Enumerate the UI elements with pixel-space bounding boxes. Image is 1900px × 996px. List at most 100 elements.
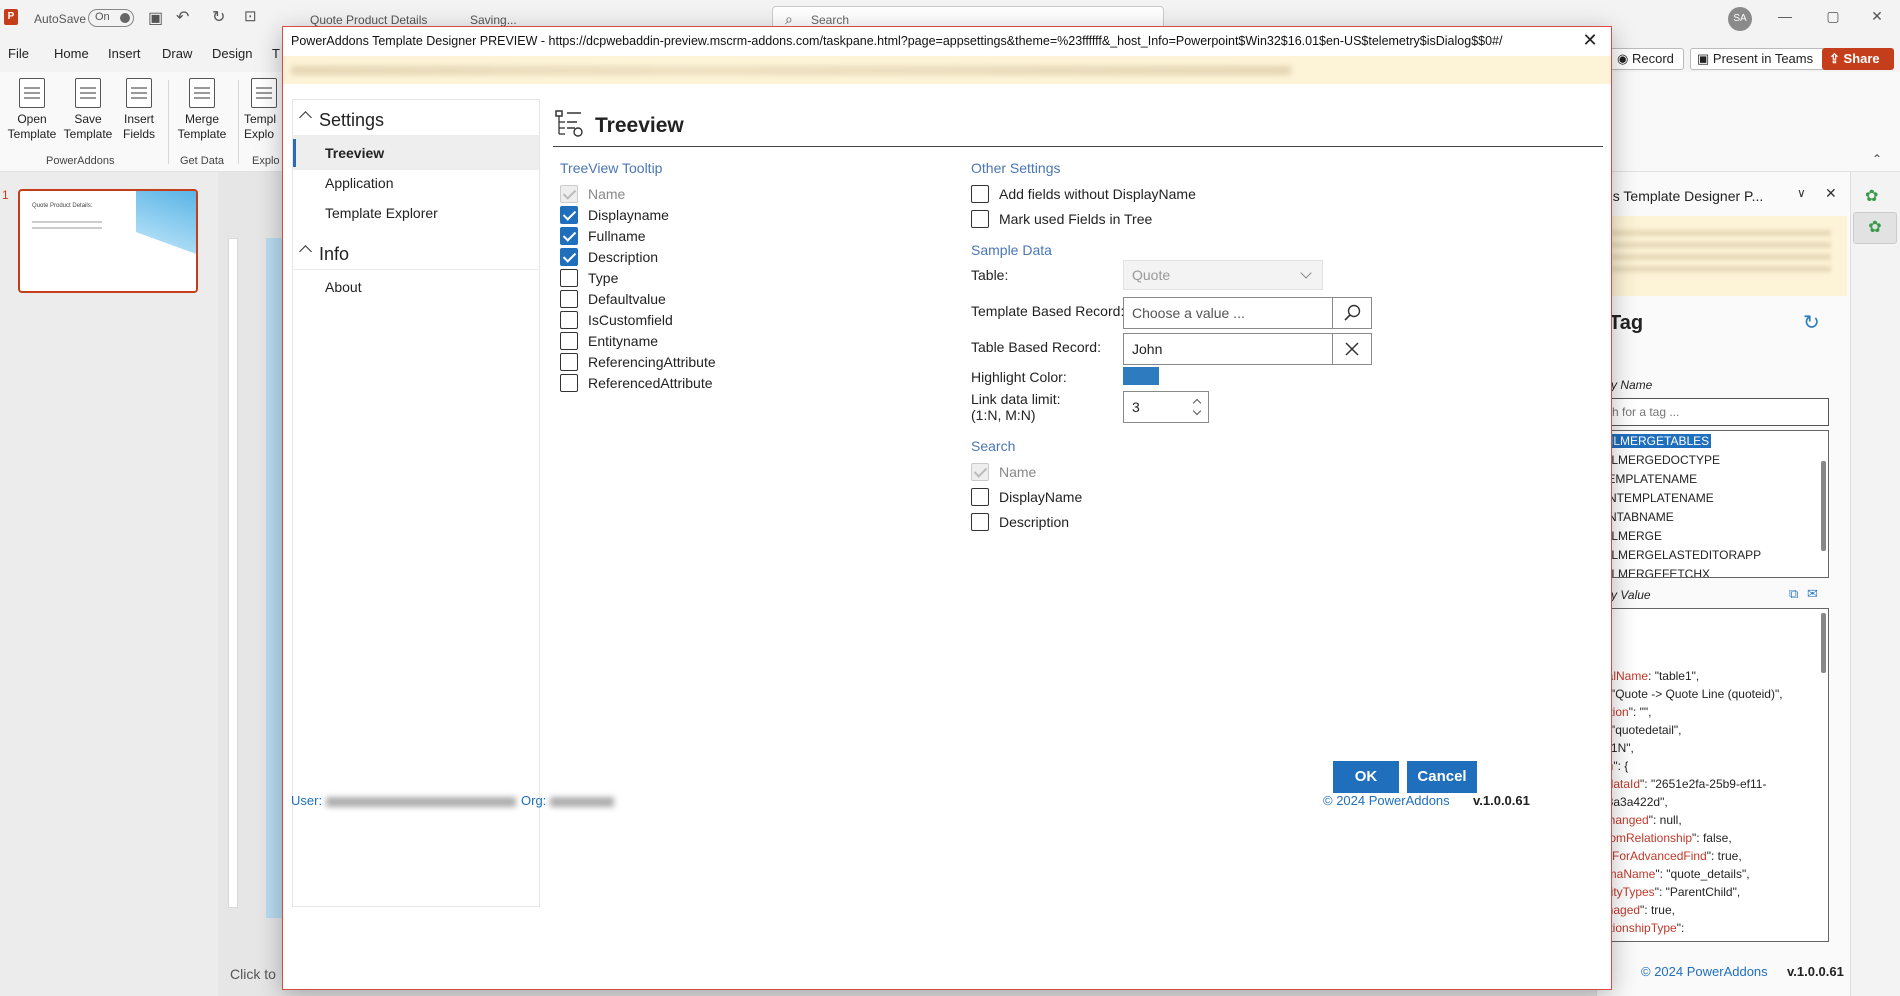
property-value-scrollbar[interactable] [1821,613,1826,673]
checkbox[interactable] [971,488,989,506]
template-explorer-label: Templ Explo [244,112,277,141]
tag-item[interactable]: AILMERGEFETCHX [1600,567,1710,577]
other-settings-title: Other Settings [971,160,1061,176]
nav-info-label: Info [319,244,350,264]
chevron-down-icon[interactable] [1192,406,1202,416]
nav-item-about[interactable]: About [293,270,539,304]
window-close-icon[interactable]: ✕ [1862,8,1892,30]
record-label: Record [1631,51,1674,66]
collapse-ribbon-icon[interactable]: ⌃ [1872,152,1882,166]
nav-item-treeview[interactable]: Treeview [293,136,539,170]
minimize-icon[interactable]: — [1770,8,1800,30]
merge-template-button[interactable]: Merge Template [174,78,230,142]
json-line: urityTypes": "ParentChild", [1600,885,1741,899]
slide-number: 1 [2,188,9,202]
option-label: Description [588,249,659,265]
taskpane-close-icon[interactable]: ✕ [1825,185,1837,202]
checkbox[interactable] [560,332,578,350]
chevron-up-icon [299,245,312,258]
tag-list-scrollbar[interactable] [1821,461,1826,551]
highlight-color-swatch[interactable] [1123,367,1159,385]
dialog-close-button[interactable]: ✕ [1577,30,1603,54]
addin-active-icon[interactable]: ✿ [1853,212,1897,244]
checkbox[interactable] [560,353,578,371]
checkbox[interactable] [560,206,578,224]
undo-icon[interactable]: ↶ [176,7,189,27]
treeview-icon [555,110,583,137]
checkbox[interactable] [560,227,578,245]
checkbox[interactable] [560,248,578,266]
tag-item[interactable]: TEMPLATENAME [1600,472,1697,486]
option-label: DisplayName [999,489,1083,505]
option-label: Mark used Fields in Tree [999,211,1153,227]
mail-icon[interactable]: ✉ [1807,586,1818,602]
ok-button[interactable]: OK [1333,761,1399,793]
page-header: Treeview [553,107,1603,147]
link-limit-stepper[interactable]: 3 [1123,391,1209,423]
checkbox[interactable] [971,185,989,203]
record-button[interactable]: ◉ Record [1610,48,1684,70]
nav-item-template-explorer[interactable]: Template Explorer [293,196,539,230]
open-template-button[interactable]: Open Template [6,78,58,142]
tag-search-input[interactable] [1597,398,1829,426]
nav-info-header[interactable]: Info [293,234,539,270]
insert-fields-button[interactable]: Insert Fields [116,78,162,142]
save-template-button[interactable]: Save Template [62,78,114,142]
tab-file[interactable]: File [8,46,29,61]
json-line: nalName: "table1", [1600,669,1700,683]
doc-title: Quote Product Details [310,13,428,27]
property-value-box[interactable]: [ nalName: "table1", ": "Quote -> Quote … [1597,608,1829,942]
nav-item-application[interactable]: Application [293,166,539,200]
checkbox[interactable] [971,513,989,531]
share-button[interactable]: ⇪ Share [1822,48,1894,70]
checkbox[interactable] [560,374,578,392]
tag-item[interactable]: AILMERGEDOCTYPE [1600,453,1720,467]
checkbox [560,185,578,203]
checkbox[interactable] [560,269,578,287]
autosave-toggle[interactable]: On [88,9,134,27]
avatar[interactable]: SA [1728,7,1752,31]
taskpane-rail: ✿ ✿ [1850,172,1900,996]
checkbox[interactable] [560,290,578,308]
option-label: Name [999,464,1037,480]
template-record-search-button[interactable] [1332,297,1372,329]
tab-insert[interactable]: Insert [108,46,141,61]
cancel-button[interactable]: Cancel [1407,761,1477,793]
tab-transitions[interactable]: T [272,46,280,61]
tab-draw[interactable]: Draw [162,46,192,61]
checkbox[interactable] [560,311,578,329]
tag-heading: Tag [1609,312,1644,334]
checkbox[interactable] [971,210,989,228]
table-select[interactable]: Quote [1123,260,1323,290]
template-record-input[interactable] [1123,297,1333,329]
option-label: Name [588,186,626,202]
dialog-banner [283,56,1611,84]
template-explorer-button[interactable]: Templ Explo [244,78,284,142]
tag-item[interactable]: AILMERGETABLES [1600,434,1712,448]
option-label: IsCustomfield [588,312,673,328]
chevron-up-icon [299,111,312,124]
tab-home[interactable]: Home [54,46,89,61]
present-icon[interactable]: ⊡ [244,7,257,25]
tag-item[interactable]: AILMERGELASTEDITORAPP [1600,548,1761,562]
taskpane-options-icon[interactable]: ∨ [1797,186,1806,200]
tag-list[interactable]: AILMERGETABLES AILMERGEDOCTYPE TEMPLATEN… [1597,430,1829,578]
nav-settings-header[interactable]: Settings [293,100,539,136]
page-title: Treeview [595,114,684,137]
maximize-icon[interactable]: ▢ [1818,8,1848,30]
tooltip-section-title: TreeView Tooltip [560,160,663,176]
table-record-clear-button[interactable] [1332,333,1372,365]
save-icon[interactable]: ▣ [148,8,163,28]
slide-thumbnail[interactable]: Quote Product Details: [18,189,198,293]
ribbon-separator [168,80,169,164]
insert-fields-label: Insert Fields [122,112,155,141]
copy-icon[interactable]: ⧉ [1789,586,1798,602]
addin-icon[interactable]: ✿ [1865,186,1878,206]
click-to-add-notes[interactable]: Click to [230,966,276,982]
table-record-input[interactable]: John [1123,333,1333,365]
present-in-teams-button[interactable]: ▣ Present in Teams [1690,48,1840,70]
tab-design[interactable]: Design [212,46,252,61]
tag-item[interactable]: ENTEMPLATENAME [1600,491,1714,505]
refresh-icon[interactable]: ↻ [1803,310,1820,335]
redo-icon[interactable]: ↻ [212,7,225,27]
